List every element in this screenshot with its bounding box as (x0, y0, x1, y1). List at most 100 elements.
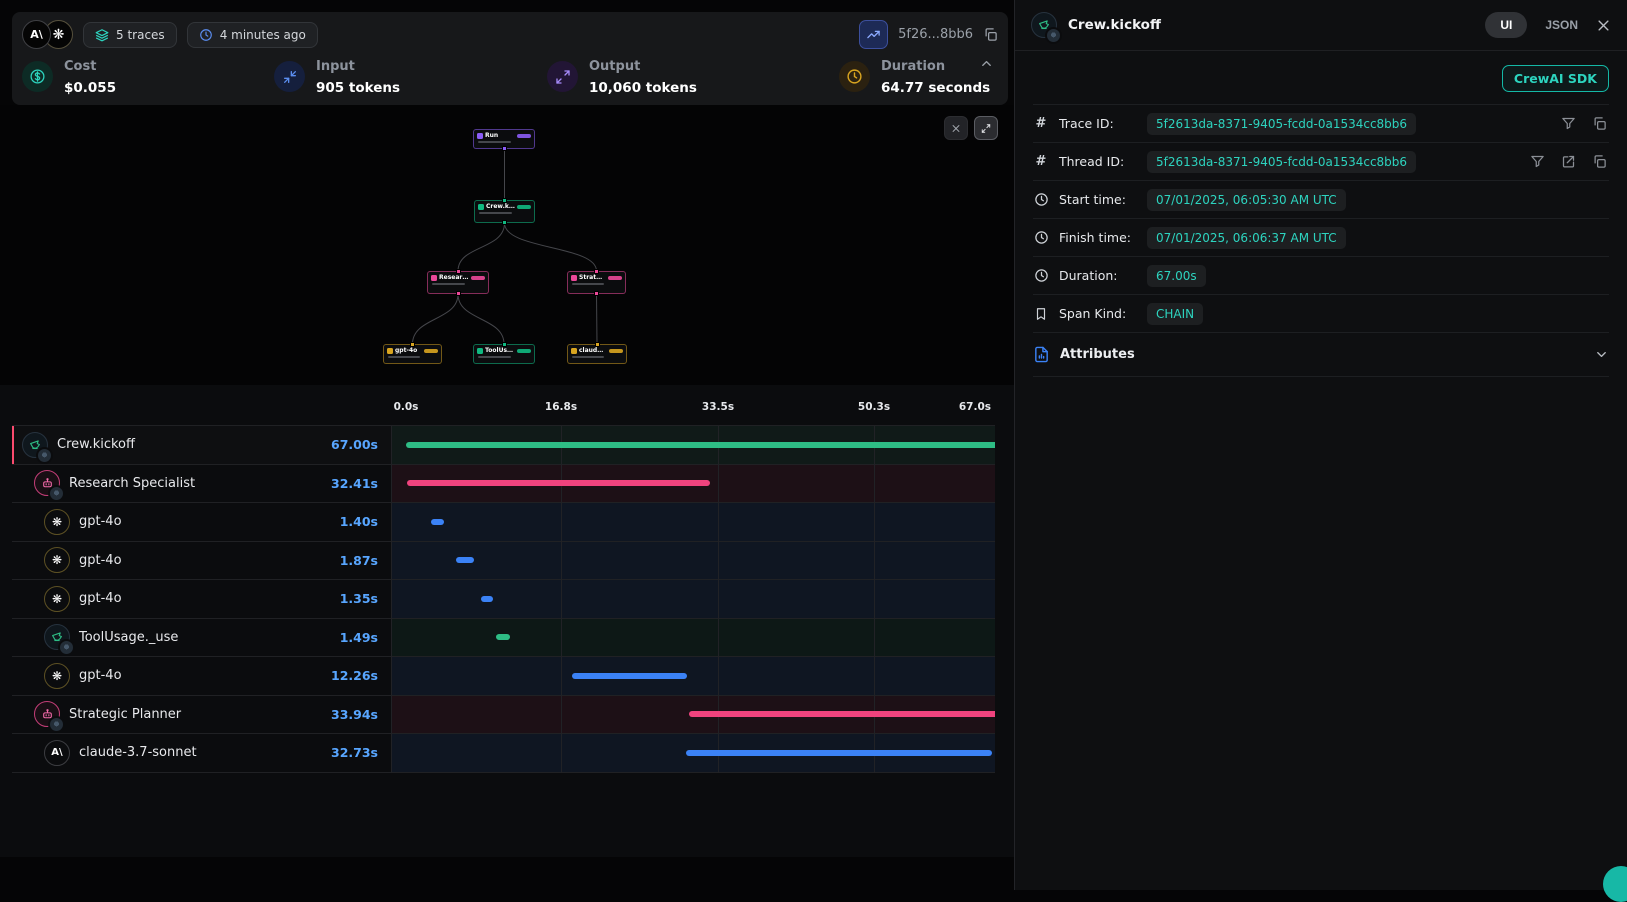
anthropic-logo-icon: A\ (51, 748, 62, 758)
clock-icon (839, 61, 870, 92)
field-icon (1033, 268, 1049, 283)
filter-button[interactable] (1561, 116, 1576, 131)
attributes-section-toggle[interactable]: Attributes (1033, 333, 1609, 377)
copy-icon (1592, 154, 1607, 169)
node-icon (571, 348, 577, 354)
time-axis: 0.0s16.8s33.5s50.3s67.0s (391, 385, 995, 425)
graph-close-button[interactable] (944, 116, 968, 140)
traces-count-badge[interactable]: 5 traces (83, 22, 177, 48)
gantt-row[interactable]: ❋ gpt-4o 1.87s (12, 542, 995, 581)
gantt-row[interactable]: Strategic Planner 33.94s (12, 696, 995, 735)
gantt-row[interactable]: ToolUsage._use 1.49s (12, 619, 995, 658)
duration-bar (407, 480, 710, 486)
copy-button[interactable] (1592, 154, 1607, 169)
file-chart-icon (1033, 346, 1050, 363)
copy-button[interactable] (1592, 116, 1607, 131)
graph-node[interactable]: Strategic Planner (567, 271, 626, 294)
clock-icon (1034, 268, 1049, 283)
trace-age-label: 4 minutes ago (220, 28, 306, 42)
graph-node[interactable]: claude-3.7-sonnet (567, 344, 627, 364)
crewai-icon (1031, 12, 1057, 38)
bookmark-icon (1034, 307, 1048, 321)
metric-label: Output (589, 59, 640, 74)
copy-icon (1592, 116, 1607, 131)
field-value: CHAIN (1147, 303, 1203, 325)
span-detail-panel: Crew.kickoff UI JSON CrewAI SDK # Trace … (1014, 0, 1627, 890)
close-icon (951, 122, 961, 135)
span-name: gpt-4o (79, 591, 122, 606)
gantt-row[interactable]: ❋ gpt-4o 1.35s (12, 580, 995, 619)
tab-ui[interactable]: UI (1485, 12, 1527, 38)
copy-trace-id-button[interactable] (983, 27, 998, 42)
span-duration: 1.40s (340, 514, 391, 529)
duration-bar (686, 750, 992, 756)
metric-value: 64.77 seconds (881, 80, 990, 96)
field-value: 5f2613da-8371-9405-fcdd-0a1534cc8bb6 (1147, 151, 1416, 173)
span-name: Research Specialist (69, 476, 195, 491)
node-badge (517, 349, 531, 353)
filter-button[interactable] (1530, 154, 1545, 169)
gantt-row[interactable]: Crew.kickoff 67.00s (12, 426, 995, 465)
agentops-badge-icon (48, 716, 65, 733)
span-duration: 1.87s (340, 553, 391, 568)
span-name: Strategic Planner (69, 707, 181, 722)
span-duration: 67.00s (331, 437, 391, 452)
metric-label: Cost (64, 59, 96, 74)
attributes-label: Attributes (1060, 347, 1135, 362)
graph-node[interactable]: Crew.kickoff (474, 200, 535, 223)
field-label: Span Kind: (1059, 306, 1137, 321)
gridline (718, 426, 719, 773)
panel-close-button[interactable] (1596, 18, 1611, 33)
provider-avatars: A\ ❋ (22, 20, 73, 49)
duration-bar (456, 557, 473, 563)
row-icon: ❋ (44, 663, 70, 689)
metric-value: 10,060 tokens (589, 80, 697, 96)
graph-node[interactable]: gpt-4o (383, 344, 442, 364)
node-label: gpt-4o (395, 347, 422, 354)
close-icon (1596, 18, 1611, 33)
gantt-row[interactable]: ❋ gpt-4o 12.26s (12, 657, 995, 696)
graph-node[interactable]: Research Specialist (427, 271, 489, 294)
node-subtitle (478, 356, 511, 358)
metric-value: $0.055 (64, 80, 116, 96)
row-icon (22, 432, 48, 458)
graph-node[interactable]: ToolUsage._use (473, 344, 535, 364)
trending-up-icon (866, 27, 881, 42)
axis-tick: 50.3s (858, 401, 890, 413)
graph-expand-button[interactable] (974, 116, 998, 140)
node-label: Strategic Planner (579, 274, 606, 281)
gantt-row[interactable]: A\ claude-3.7-sonnet 32.73s (12, 734, 995, 773)
field-label: Trace ID: (1059, 116, 1137, 131)
span-waterfall: 0.0s16.8s33.5s50.3s67.0s Crew.kickoff 67… (0, 385, 1014, 857)
duration-bar (406, 442, 995, 448)
row-icon (44, 624, 70, 650)
trace-graph-canvas[interactable]: Run Crew.kickoff Research Specialist Str… (0, 105, 1014, 385)
field-icon (1033, 230, 1049, 245)
sdk-badge: CrewAI SDK (1502, 65, 1609, 92)
openai-logo-icon: ❋ (52, 670, 62, 682)
open-external-button[interactable] (1561, 154, 1576, 169)
tab-json[interactable]: JSON (1541, 14, 1582, 36)
anthropic-logo-icon: A\ (22, 20, 51, 49)
openai-logo-icon: ❋ (52, 516, 62, 528)
gridline (561, 426, 562, 773)
graph-node[interactable]: Run (473, 129, 535, 149)
chevron-up-icon (979, 56, 994, 71)
field-icon (1033, 307, 1049, 321)
gantt-row[interactable]: Research Specialist 32.41s (12, 465, 995, 504)
row-track (391, 503, 995, 541)
agentops-badge-icon (1045, 27, 1062, 44)
metric-cost: Cost $0.055 (22, 55, 274, 98)
collapse-metrics-button[interactable] (979, 56, 994, 71)
gantt-row[interactable]: ❋ gpt-4o 1.40s (12, 503, 995, 542)
field-actions (1561, 116, 1609, 131)
node-icon (571, 275, 577, 281)
span-duration: 1.35s (340, 591, 391, 606)
trend-button[interactable] (859, 20, 888, 49)
openai-logo-icon: ❋ (52, 593, 62, 605)
field-label: Duration: (1059, 268, 1137, 283)
chat-bubble-button[interactable] (1603, 866, 1627, 902)
field-icon: # (1033, 154, 1049, 169)
detail-field-row: Start time: 07/01/2025, 06:05:30 AM UTC (1033, 181, 1609, 219)
external-link-icon (1561, 154, 1576, 169)
